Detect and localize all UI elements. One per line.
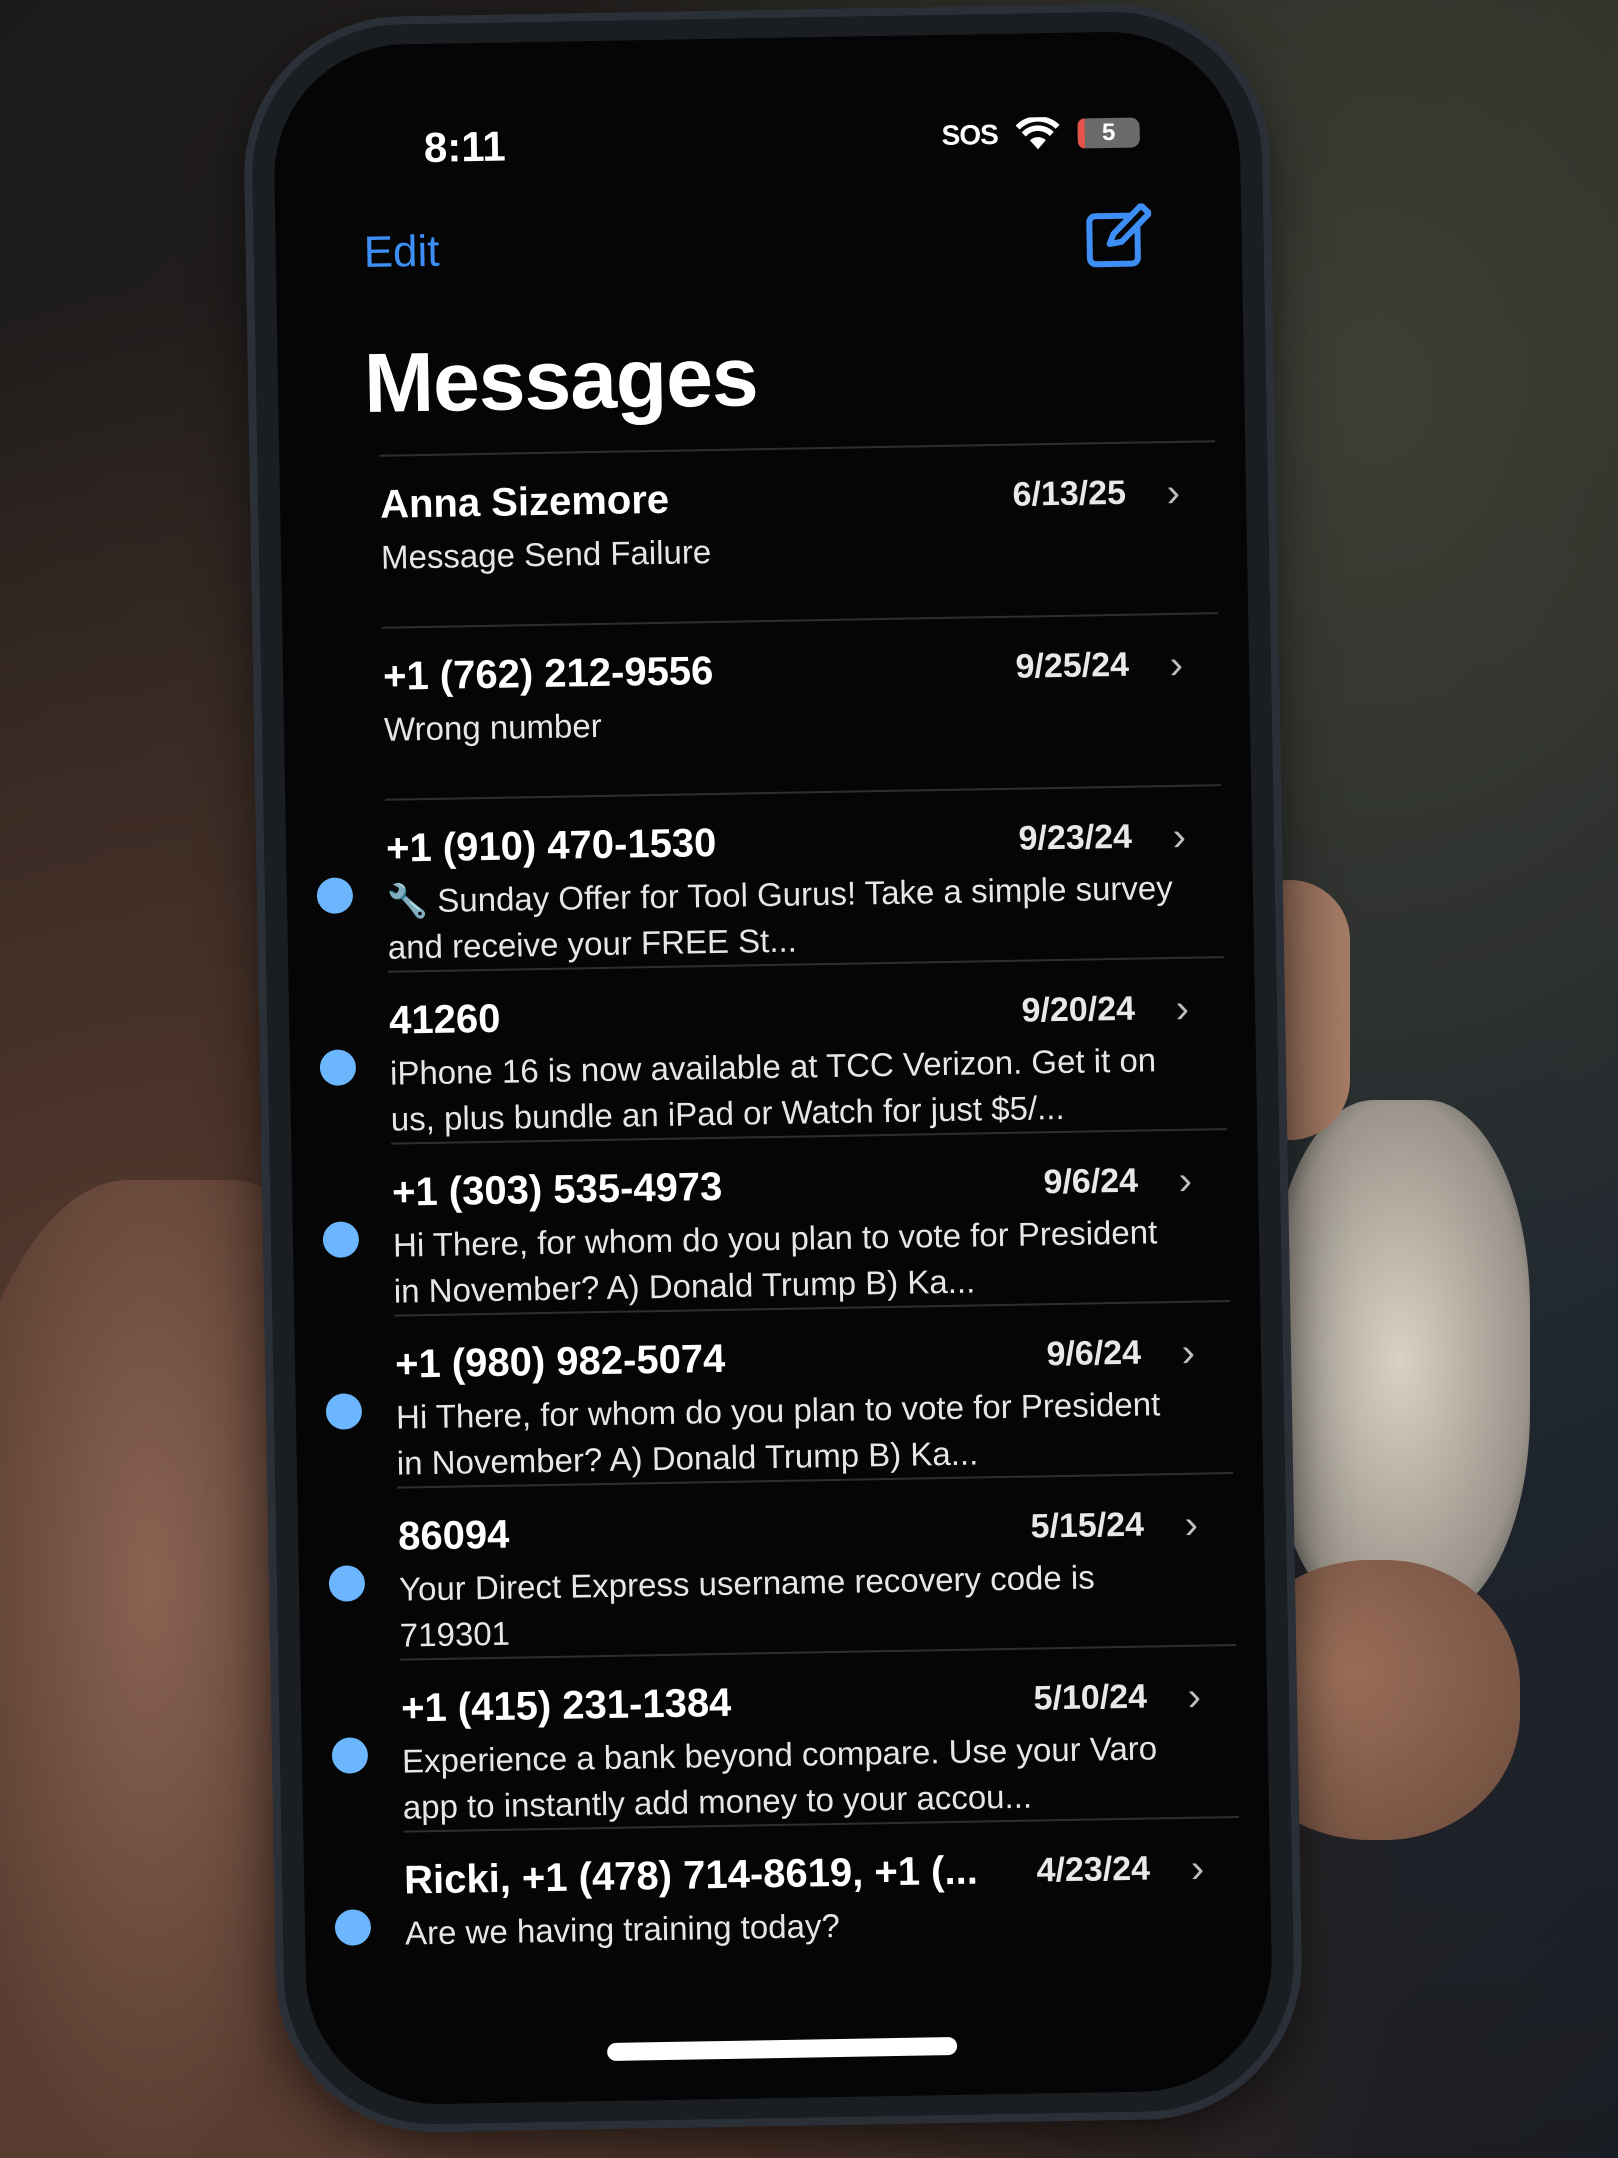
chevron-right-icon: ›: [1187, 1674, 1202, 1719]
conversation-preview: Your Direct Express username recovery co…: [398, 1558, 1096, 1654]
conversation-name: +1 (415) 231-1384: [400, 1680, 732, 1731]
unread-dot-icon: [316, 877, 354, 914]
unread-dot-icon: [331, 1737, 369, 1774]
unread-dot-icon: [319, 1049, 357, 1086]
chevron-right-icon: ›: [1184, 1502, 1199, 1547]
conversation-row[interactable]: +1 (303) 535-4973 9/6/24 › Hi There, for wh…: [322, 1128, 1231, 1315]
sos-indicator: SOS: [941, 118, 999, 151]
conversation-preview: 🔧 Sunday Offer for Tool Gurus! Take a si…: [386, 868, 1174, 966]
conversation-date: 5/15/24: [1030, 1505, 1145, 1546]
conversation-name: +1 (762) 212-9556: [382, 648, 714, 699]
conversation-date: 6/13/25: [1012, 473, 1127, 514]
page-title: Messages: [363, 329, 759, 431]
conversation-row[interactable]: +1 (910) 470-1530 9/23/24 › 🔧 Sunday Offer …: [316, 784, 1225, 971]
conversation-date: 9/6/24: [1046, 1333, 1142, 1374]
chevron-right-icon: ›: [1166, 470, 1181, 516]
conversation-preview: Hi There, for whom do you plan to vote f…: [392, 1213, 1158, 1310]
battery-level: 5: [1101, 118, 1116, 147]
unread-dot-icon: [328, 1565, 366, 1602]
conversation-preview: Hi There, for whom do you plan to vote f…: [395, 1385, 1161, 1482]
conversation-date: 9/20/24: [1021, 989, 1136, 1030]
conversation-date: 4/23/24: [1036, 1849, 1151, 1890]
conversation-date: 9/25/24: [1015, 645, 1130, 686]
conversation-row[interactable]: +1 (415) 231-1384 5/10/24 › Experience a ba…: [331, 1644, 1240, 1831]
chevron-right-icon: ›: [1172, 814, 1187, 859]
chevron-right-icon: ›: [1175, 986, 1190, 1031]
battery-icon: 5: [1077, 117, 1140, 149]
conversation-name: Ricki, +1 (478) 714-8619, +1 (...: [403, 1848, 979, 1903]
chevron-right-icon: ›: [1178, 1158, 1193, 1203]
status-bar: 8:11 SOS 5: [273, 110, 1240, 187]
conversation-row[interactable]: Ricki, +1 (478) 714-8619, +1 (... 4/23/24…: [334, 1815, 1242, 1973]
chevron-right-icon: ›: [1169, 642, 1184, 688]
edit-button[interactable]: Edit: [363, 227, 440, 278]
unread-dot-icon: [325, 1393, 363, 1430]
photo-scene: 8:11 SOS 5 Edit Messages Anna Sizemore 6…: [0, 0, 1618, 2158]
unread-dot-icon: [322, 1221, 360, 1258]
status-icons: SOS 5: [941, 115, 1140, 152]
conversation-row[interactable]: +1 (762) 212-9556 9/25/24 › Wrong number: [382, 612, 1222, 799]
conversation-name: 86094: [397, 1512, 510, 1559]
conversation-date: 9/6/24: [1043, 1161, 1139, 1202]
home-indicator[interactable]: [606, 2036, 958, 2062]
conversation-preview: Message Send Failure: [380, 533, 712, 576]
status-time: 8:11: [423, 122, 507, 171]
chevron-right-icon: ›: [1181, 1330, 1196, 1375]
phone-screen: 8:11 SOS 5 Edit Messages Anna Sizemore 6…: [272, 29, 1274, 2107]
chevron-right-icon: ›: [1190, 1846, 1205, 1891]
conversation-name: +1 (303) 535-4973: [391, 1164, 723, 1215]
conversation-preview: iPhone 16 is now available at TCC Verizo…: [389, 1041, 1157, 1138]
wifi-icon: [1015, 116, 1060, 150]
compose-icon[interactable]: [1085, 203, 1153, 270]
conversation-name: +1 (980) 982-5074: [394, 1336, 726, 1387]
phone: 8:11 SOS 5 Edit Messages Anna Sizemore 6…: [249, 9, 1297, 2127]
unread-dot-icon: [334, 1909, 372, 1946]
conversation-date: 5/10/24: [1033, 1677, 1148, 1718]
conversation-preview: Experience a bank beyond compare. Use yo…: [401, 1729, 1158, 1826]
fur-blanket: [1270, 1100, 1530, 1620]
conversation-row[interactable]: Anna Sizemore 6/13/25 › Message Send Failur…: [379, 440, 1219, 627]
conversation-name: Anna Sizemore: [379, 477, 670, 527]
conversation-name: 41260: [388, 996, 501, 1043]
conversation-row[interactable]: 86094 5/15/24 › Your Direct Express usernam…: [328, 1472, 1237, 1659]
conversation-row[interactable]: +1 (980) 982-5074 9/6/24 › Hi There, for wh…: [325, 1300, 1234, 1487]
conversation-preview: Are we having training today?: [404, 1906, 841, 1952]
conversation-name: +1 (910) 470-1530: [385, 820, 717, 871]
conversation-row[interactable]: 41260 9/20/24 › iPhone 16 is now available …: [319, 956, 1228, 1143]
conversation-list: Anna Sizemore 6/13/25 › Message Send Failur…: [279, 440, 1271, 1975]
conversation-preview: Wrong number: [383, 706, 602, 748]
conversation-date: 9/23/24: [1018, 817, 1133, 858]
